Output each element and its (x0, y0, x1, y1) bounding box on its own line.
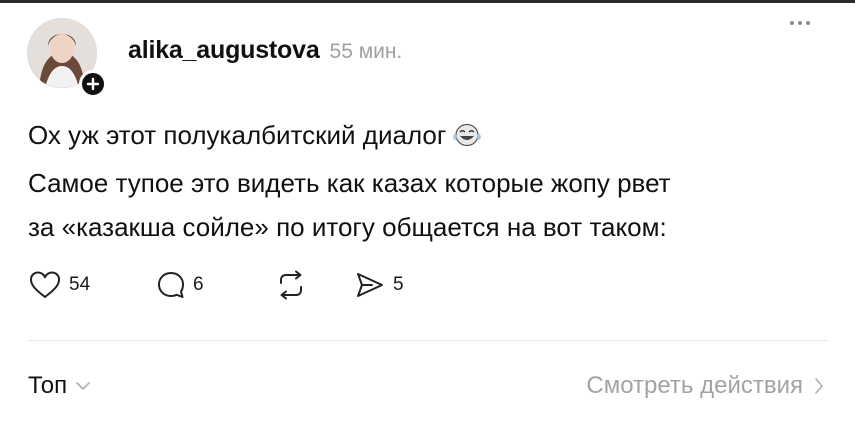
post-timestamp: 55 мин. (329, 40, 403, 63)
post-line-1: Ох уж этот полукалбитский диалог (28, 113, 828, 161)
follow-plus-button[interactable] (79, 70, 107, 98)
heart-icon (29, 271, 61, 299)
comment-bubble-icon (158, 272, 184, 298)
repost-icon (280, 270, 302, 300)
post-body: Ох уж этот полукалбитский диалог Самое т… (28, 113, 828, 249)
comment-button[interactable]: 6 (156, 270, 274, 300)
top-border (0, 0, 855, 3)
post-line-3: за «казакша сойле» по итогу общается на … (28, 212, 667, 242)
post-line-2: Самое тупое это видеть как казах которые… (28, 168, 671, 198)
username-link[interactable]: alika_augustova (128, 36, 320, 65)
chevron-down-icon (76, 382, 90, 390)
send-icon (357, 273, 383, 297)
tears-of-joy-emoji-icon (452, 117, 482, 161)
repost-button[interactable] (274, 270, 354, 300)
post-line-1-text: Ох уж этот полукалбитский диалог (28, 120, 447, 150)
like-button[interactable]: 54 (28, 270, 156, 300)
like-count: 54 (69, 274, 91, 295)
post-header: alika_augustova 55 мин. (128, 36, 402, 65)
view-activity-link[interactable]: Смотреть действия (586, 372, 825, 400)
avatar-container[interactable] (23, 14, 107, 98)
post-actions: 54 6 5 (28, 270, 404, 300)
more-options-icon[interactable] (790, 18, 818, 28)
view-activity-label: Смотреть действия (586, 372, 803, 399)
divider (28, 340, 828, 341)
sort-label: Топ (28, 372, 68, 399)
sort-dropdown[interactable]: Топ (28, 372, 91, 400)
plus-icon (86, 77, 100, 91)
share-count: 5 (393, 274, 404, 295)
comment-count: 6 (193, 274, 204, 295)
share-button[interactable]: 5 (354, 270, 404, 300)
chevron-right-icon (815, 378, 823, 394)
